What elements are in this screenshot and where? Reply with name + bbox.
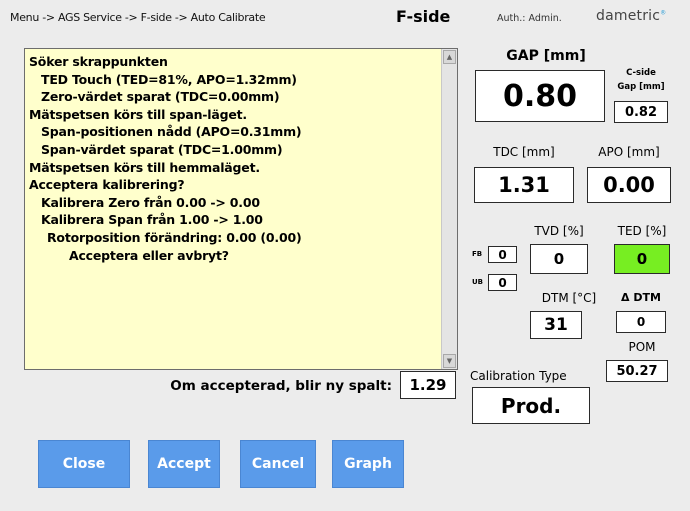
- graph-button[interactable]: Graph: [332, 440, 404, 488]
- cside-label-line2: Gap [mm]: [617, 82, 665, 92]
- delta-dtm-value: 0: [616, 311, 666, 333]
- tvd-value: 0: [530, 244, 588, 274]
- ted-label: TED [%]: [617, 224, 667, 238]
- pom-value: 50.27: [606, 360, 668, 382]
- cside-label-line1: C-side: [626, 68, 656, 78]
- pom-label: POM: [628, 340, 656, 354]
- dtm-value: 31: [530, 311, 582, 339]
- tdc-value: 1.31: [474, 167, 574, 203]
- breadcrumb: Menu -> AGS Service -> F-side -> Auto Ca…: [10, 11, 266, 24]
- tdc-label: TDC [mm]: [493, 145, 555, 159]
- ub-label: UB: [472, 278, 484, 286]
- calibration-type-value: Prod.: [472, 387, 590, 424]
- calibration-log: Söker skrappunkten TED Touch (TED=81%, A…: [24, 48, 458, 370]
- delta-dtm-label: Δ DTM: [621, 291, 661, 304]
- calibration-type-label: Calibration Type: [470, 369, 567, 383]
- ub-value: 0: [488, 274, 517, 291]
- log-line: Mätspetsen körs till span-läget.: [29, 106, 247, 122]
- brand-mark-icon: ®: [660, 9, 667, 17]
- log-line: Rotorposition förändring: 0.00 (0.00): [47, 229, 302, 245]
- page-title: F-side: [396, 7, 451, 26]
- new-gap-value: 1.29: [400, 371, 456, 399]
- log-line: Zero-värdet sparat (TDC=0.00mm): [41, 89, 280, 105]
- accept-button[interactable]: Accept: [148, 440, 220, 488]
- fb-value: 0: [488, 246, 517, 263]
- cancel-button[interactable]: Cancel: [240, 440, 316, 488]
- fb-label: FB: [472, 250, 483, 258]
- log-line: Kalibrera Zero från 0.00 -> 0.00: [41, 194, 260, 210]
- scroll-up-icon[interactable]: ▲: [443, 50, 456, 64]
- brand-logo: dametric®: [596, 8, 666, 24]
- brand-name: dametric: [596, 8, 661, 24]
- tvd-label: TVD [%]: [534, 224, 584, 238]
- gap-value: 0.80: [475, 70, 605, 122]
- auth-label: Auth.: Admin.: [497, 13, 562, 24]
- log-line: Söker skrappunkten: [29, 54, 168, 69]
- log-line: TED Touch (TED=81%, APO=1.32mm): [41, 71, 297, 87]
- close-button[interactable]: Close: [38, 440, 130, 488]
- cside-label: C-side Gap [mm]: [612, 66, 670, 94]
- apo-value: 0.00: [587, 167, 671, 203]
- apo-label: APO [mm]: [598, 145, 660, 159]
- ted-value: 0: [614, 244, 670, 274]
- cside-gap-value: 0.82: [614, 101, 668, 123]
- log-line: Mätspetsen körs till hemmaläget.: [29, 159, 260, 175]
- log-line: Span-värdet sparat (TDC=1.00mm): [41, 141, 283, 157]
- new-gap-label: Om accepterad, blir ny spalt:: [170, 378, 392, 394]
- log-line: Kalibrera Span från 1.00 -> 1.00: [41, 212, 263, 228]
- log-scrollbar[interactable]: ▲ ▼: [441, 49, 457, 369]
- scroll-down-icon[interactable]: ▼: [443, 354, 456, 368]
- gap-label: GAP [mm]: [506, 48, 586, 64]
- log-line: Acceptera eller avbryt?: [69, 247, 229, 263]
- log-line: Acceptera kalibrering?: [29, 177, 185, 193]
- log-line: Span-positionen nådd (APO=0.31mm): [41, 124, 302, 140]
- log-lines: Söker skrappunkten TED Touch (TED=81%, A…: [29, 53, 437, 264]
- dtm-label: DTM [°C]: [541, 291, 597, 305]
